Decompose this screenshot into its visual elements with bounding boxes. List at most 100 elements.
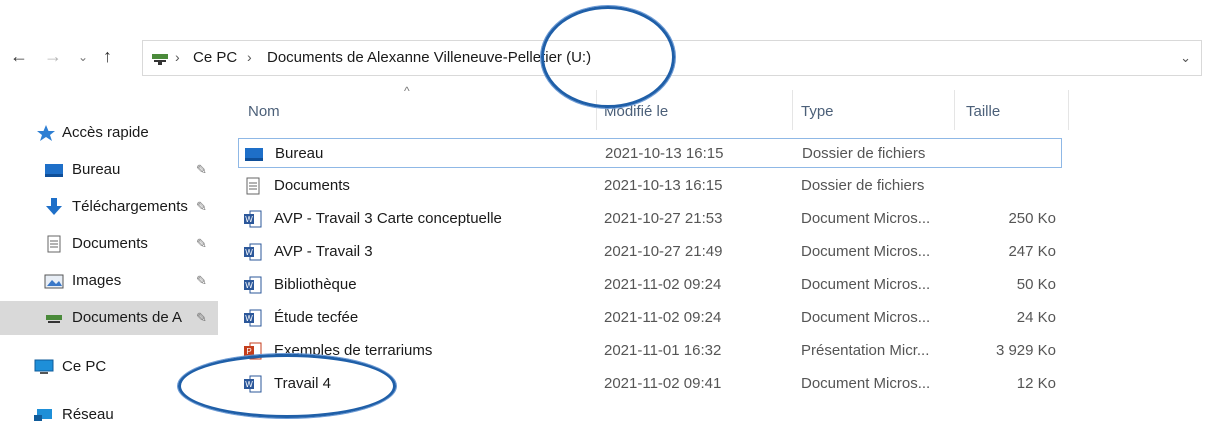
network-icon [34,409,52,421]
column-header-modified[interactable]: Modifié le [604,103,668,120]
word-doc-icon: W [244,243,262,261]
chevron-right-icon: › [175,49,180,65]
file-modified: 2021-10-13 16:15 [604,177,723,194]
sidebar-item-label: Accès rapide [62,124,149,141]
svg-text:W: W [245,314,253,323]
column-divider[interactable] [596,90,597,130]
file-type: Document Micros... [801,276,931,293]
file-name: Bureau [275,145,324,162]
up-arrow-icon[interactable]: ↑ [103,46,112,67]
network-drive-icon [46,315,62,323]
pin-icon: ✎ [196,236,207,251]
back-arrow-icon[interactable]: ← [10,46,28,67]
svg-text:W: W [245,215,253,224]
file-name: AVP - Travail 3 Carte conceptuelle [274,210,502,227]
column-divider[interactable] [1068,90,1069,130]
file-size: 24 Ko [1016,309,1056,326]
file-size: 12 Ko [1016,375,1056,392]
file-row[interactable]: W AVP - Travail 3 2021-10-27 21:49 Docum… [238,237,1062,267]
file-type: Présentation Micr... [801,342,930,359]
file-name: AVP - Travail 3 [274,243,373,260]
svg-text:W: W [245,281,253,290]
sidebar-item-quick-access[interactable]: Accès rapide [0,116,218,150]
desktop-folder-icon [45,164,63,177]
file-type: Document Micros... [801,375,931,392]
sidebar-item-bureau[interactable]: Bureau ✎ [0,153,218,187]
file-modified: 2021-11-02 09:24 [604,276,722,293]
sidebar-item-images[interactable]: Images ✎ [0,264,218,298]
column-divider[interactable] [792,90,793,130]
document-icon [47,235,61,253]
file-row[interactable]: P Exemples de terrariums 2021-11-01 16:3… [238,336,1062,366]
pin-icon: ✎ [196,162,207,177]
images-folder-icon [44,274,64,289]
forward-arrow-icon[interactable]: → [44,46,62,67]
file-row[interactable]: Documents 2021-10-13 16:15 Dossier de fi… [238,171,1062,201]
pin-icon: ✎ [196,273,207,288]
file-name: Exemples de terrariums [274,342,433,359]
desktop-folder-icon [245,148,263,161]
file-row[interactable]: W AVP - Travail 3 Carte conceptuelle 202… [238,204,1062,234]
file-row[interactable]: W Étude tecfée 2021-11-02 09:24 Document… [238,303,1062,333]
svg-text:W: W [245,248,253,257]
computer-icon [34,359,54,374]
download-arrow-icon [46,198,62,215]
sidebar-item-label: Images [72,272,122,289]
column-header-name[interactable]: Nom [248,103,280,120]
file-type: Document Micros... [801,309,931,326]
word-doc-icon: W [244,375,262,393]
recent-locations-chevron-icon[interactable]: ⌄ [78,50,88,64]
column-header-type[interactable]: Type [801,103,834,120]
sidebar-item-label: Documents de A [72,309,183,326]
file-name: Étude tecfée [274,309,359,326]
file-modified: 2021-10-13 16:15 [605,145,724,162]
breadcrumb-drive[interactable]: Documents de Alexanne Villeneuve-Pelleti… [267,49,591,66]
sort-ascending-icon: ^ [404,84,410,98]
breadcrumb-this-pc[interactable]: Ce PC [193,49,237,66]
file-modified: 2021-11-02 09:41 [604,375,722,392]
file-type: Dossier de fichiers [802,145,926,162]
pin-icon: ✎ [196,199,207,214]
file-name: Travail 4 [274,375,331,392]
file-modified: 2021-10-27 21:49 [604,243,723,260]
word-doc-icon: W [244,210,262,228]
powerpoint-icon: P [244,342,262,360]
word-doc-icon: W [244,309,262,327]
sidebar-item-network-drive[interactable]: Documents de A ✎ [0,301,218,335]
file-row[interactable]: Bureau 2021-10-13 16:15 Dossier de fichi… [238,138,1062,168]
file-size: 247 Ko [1008,243,1056,260]
star-icon [37,125,55,141]
address-bar: ← → ⌄ ↑ › Ce PC › Documents de Alexanne … [0,38,1208,78]
file-type: Document Micros... [801,243,931,260]
navigation-pane: Accès rapide Bureau ✎ Téléchargements ✎ … [0,80,218,437]
file-modified: 2021-11-01 16:32 [604,342,722,359]
file-type: Dossier de fichiers [801,177,925,194]
svg-text:P: P [246,347,251,356]
path-box[interactable]: › Ce PC › Documents de Alexanne Villeneu… [142,40,1202,76]
file-name: Bibliothèque [274,276,357,293]
file-modified: 2021-10-27 21:53 [604,210,723,227]
sidebar-item-label: Réseau [62,406,114,423]
document-folder-icon [246,177,260,195]
sidebar-item-documents[interactable]: Documents ✎ [0,227,218,261]
file-type: Document Micros... [801,210,931,227]
sidebar-item-label: Téléchargements [72,198,188,215]
sidebar-item-telechargements[interactable]: Téléchargements ✎ [0,190,218,224]
word-doc-icon: W [244,276,262,294]
column-divider[interactable] [954,90,955,130]
file-size: 3 929 Ko [995,342,1056,359]
chevron-right-icon: › [247,49,252,65]
sidebar-item-label: Ce PC [62,358,107,375]
file-modified: 2021-11-02 09:24 [604,309,722,326]
file-row[interactable]: W Bibliothèque 2021-11-02 09:24 Document… [238,270,1062,300]
file-name: Documents [274,177,350,194]
file-row[interactable]: W Travail 4 2021-11-02 09:41 Document Mi… [238,369,1062,399]
network-drive-icon [152,54,168,65]
chevron-down-icon[interactable]: ⌄ [1180,50,1191,66]
sidebar-item-label: Bureau [72,161,121,178]
sidebar-item-this-pc[interactable]: Ce PC [0,350,218,384]
sidebar-item-network[interactable]: Réseau [0,398,218,432]
file-size: 50 Ko [1016,276,1056,293]
column-header-size[interactable]: Taille [966,103,1000,120]
pin-icon: ✎ [196,310,207,325]
